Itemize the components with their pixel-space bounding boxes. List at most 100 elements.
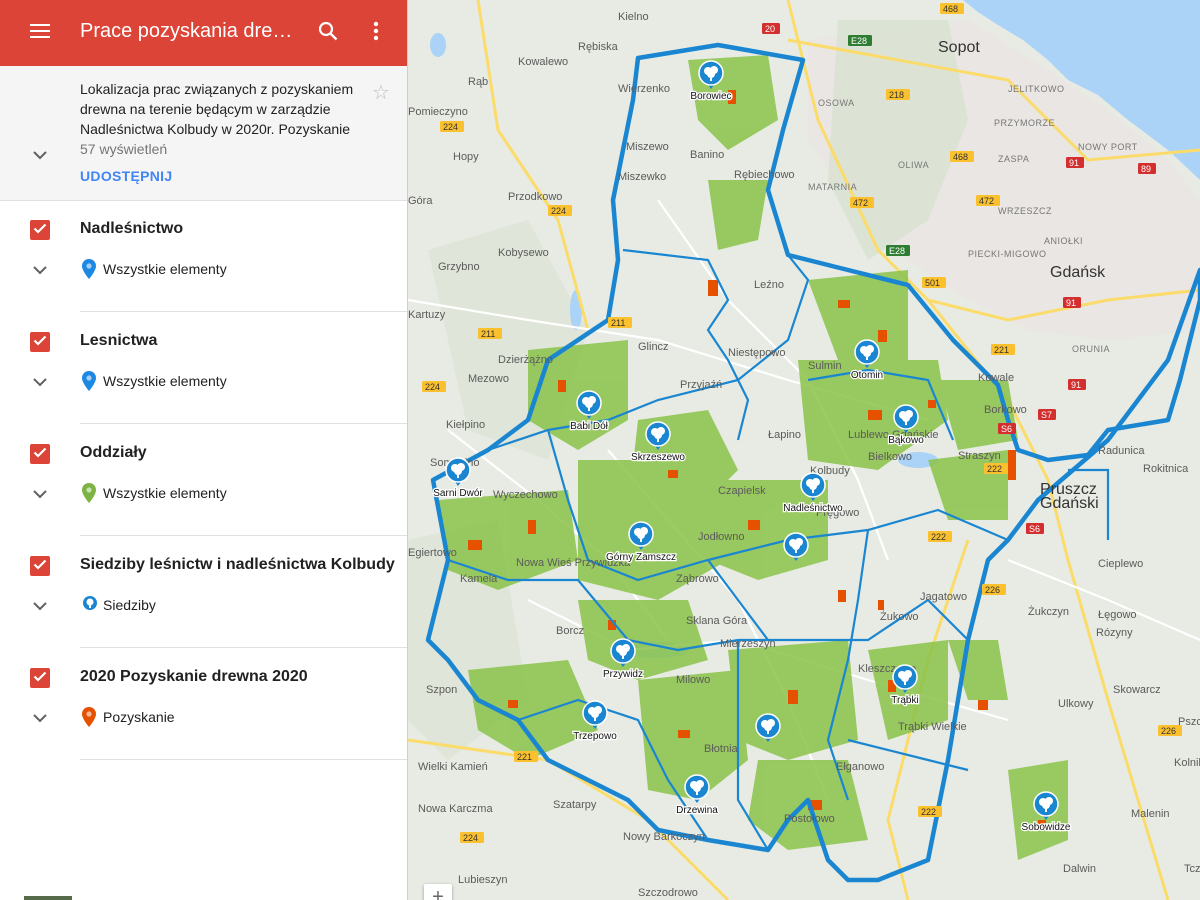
layer-name: Nadleśnictwo bbox=[80, 220, 184, 237]
svg-text:224: 224 bbox=[463, 833, 478, 843]
place-label: Grzybno bbox=[438, 261, 480, 273]
layer-item-label[interactable]: Wszystkie elementy bbox=[103, 261, 227, 277]
place-label: Cieplewo bbox=[1098, 558, 1143, 570]
checkmark-icon bbox=[33, 333, 47, 351]
place-label: Mierzeszyn bbox=[720, 638, 776, 650]
checkmark-icon bbox=[33, 221, 47, 239]
svg-text:218: 218 bbox=[889, 90, 904, 100]
svg-text:221: 221 bbox=[517, 752, 532, 762]
place-label: Milowo bbox=[676, 674, 710, 686]
map-canvas[interactable]: Kielno Rębiska Kowalewo Rąb Pomieczyno Hopy Pr… bbox=[408, 0, 1200, 900]
place-label: Jagatowo bbox=[920, 591, 967, 603]
district-label: WRZESZCZ bbox=[998, 206, 1052, 216]
place-label: Banino bbox=[690, 149, 724, 161]
district-label: PRZYMORZE bbox=[994, 118, 1055, 128]
road-shield: 222 bbox=[918, 806, 942, 817]
road-shield: S6 bbox=[998, 423, 1016, 434]
share-button[interactable]: UDOSTĘPNIJ bbox=[80, 168, 172, 184]
layer-group: Oddziały Wszystkie elementy bbox=[0, 424, 407, 536]
more-options-button[interactable] bbox=[354, 11, 398, 55]
svg-text:211: 211 bbox=[481, 329, 495, 339]
marker-label: Trąbki bbox=[891, 695, 918, 706]
svg-text:221: 221 bbox=[994, 345, 1009, 355]
chevron-down-icon bbox=[33, 374, 47, 392]
search-icon bbox=[318, 21, 338, 46]
district-label: OLIWA bbox=[898, 160, 929, 170]
layer-name: Oddziały bbox=[80, 444, 147, 461]
city-label: Sopot bbox=[938, 39, 980, 56]
svg-text:468: 468 bbox=[943, 4, 958, 14]
road-shield: 221 bbox=[991, 344, 1015, 355]
chevron-down-icon bbox=[33, 262, 47, 280]
district-label: ZASPA bbox=[998, 154, 1029, 164]
place-label: Rębiska bbox=[578, 41, 619, 53]
layer-item-label[interactable]: Wszystkie elementy bbox=[103, 485, 227, 501]
place-label: Kobysewo bbox=[498, 247, 549, 259]
place-label: Przyjaźń bbox=[680, 379, 722, 391]
marker-label: Skrzeszewo bbox=[631, 452, 685, 463]
svg-text:468: 468 bbox=[953, 152, 968, 162]
layer-checkbox[interactable] bbox=[30, 556, 50, 576]
map-pin-icon bbox=[82, 707, 96, 732]
district-label: JELITKOWO bbox=[1008, 84, 1065, 94]
checkmark-icon bbox=[33, 557, 47, 575]
description-panel: Lokalizacja prac związanych z pozyskanie… bbox=[0, 66, 407, 201]
marker-label: Bąkowo bbox=[888, 435, 924, 446]
app-bar: Prace pozyskania drew… bbox=[0, 0, 407, 66]
layer-item-label[interactable]: Siedziby bbox=[103, 597, 156, 613]
zoom-in-button[interactable]: + bbox=[424, 884, 452, 900]
svg-text:S7: S7 bbox=[1041, 410, 1052, 420]
place-label: Bielkowo bbox=[868, 451, 912, 463]
layer-checkbox[interactable] bbox=[30, 220, 50, 240]
description-collapse-button[interactable] bbox=[28, 144, 52, 168]
road-shield: 91 bbox=[1063, 297, 1081, 308]
road-shield: 226 bbox=[1158, 725, 1182, 736]
marker-label: Sobowidze bbox=[1022, 822, 1071, 833]
basemap-thumbnail[interactable] bbox=[24, 896, 72, 900]
layer-item-label[interactable]: Pozyskanie bbox=[103, 709, 175, 725]
marker-label: Borowiec bbox=[690, 91, 731, 102]
svg-text:S6: S6 bbox=[1001, 424, 1012, 434]
svg-text:91: 91 bbox=[1069, 158, 1079, 168]
place-label: Ząbrowo bbox=[676, 573, 719, 585]
road-shield: 224 bbox=[548, 205, 572, 216]
marker-label: Otomin bbox=[851, 370, 883, 381]
layer-expand-button[interactable] bbox=[28, 483, 52, 507]
svg-text:222: 222 bbox=[921, 807, 936, 817]
place-label: Góra bbox=[408, 195, 433, 207]
search-button[interactable] bbox=[306, 11, 350, 55]
layer-name: Lesnictwa bbox=[80, 332, 158, 349]
road-shield: 91 bbox=[1068, 379, 1086, 390]
layer-expand-button[interactable] bbox=[28, 595, 52, 619]
layer-expand-button[interactable] bbox=[28, 371, 52, 395]
place-label: Skowarcz bbox=[1113, 684, 1161, 696]
layer-checkbox[interactable] bbox=[30, 668, 50, 688]
star-icon[interactable]: ☆ bbox=[372, 80, 390, 105]
svg-text:91: 91 bbox=[1066, 298, 1076, 308]
menu-button[interactable] bbox=[18, 11, 62, 55]
place-label: Glincz bbox=[638, 341, 669, 353]
checkmark-icon bbox=[33, 669, 47, 687]
layer-checkbox[interactable] bbox=[30, 444, 50, 464]
layer-group: Nadleśnictwo Wszystkie elementy bbox=[0, 200, 407, 312]
tree-marker-icon bbox=[82, 595, 98, 618]
road-shield: 226 bbox=[982, 584, 1006, 595]
road-shield: 218 bbox=[886, 89, 910, 100]
place-label: Dalwin bbox=[1063, 863, 1096, 875]
map-pin-icon bbox=[82, 483, 96, 508]
svg-text:E28: E28 bbox=[889, 246, 905, 256]
layer-expand-button[interactable] bbox=[28, 259, 52, 283]
place-label: Miszewo bbox=[626, 141, 669, 153]
layer-checkbox[interactable] bbox=[30, 332, 50, 352]
map-render[interactable]: Kielno Rębiska Kowalewo Rąb Pomieczyno Hopy Pr… bbox=[408, 0, 1200, 900]
district-label: PIECKI-MIGOWO bbox=[968, 249, 1047, 259]
layer-expand-button[interactable] bbox=[28, 707, 52, 731]
place-label: Miszewko bbox=[618, 171, 666, 183]
layer-group: Siedziby leśnictw i nadleśnictwa Kolbudy… bbox=[0, 536, 407, 648]
svg-text:20: 20 bbox=[765, 24, 775, 34]
road-shield: 222 bbox=[984, 463, 1008, 474]
district-label: ANIOŁKI bbox=[1044, 236, 1083, 246]
place-label: Sklana Góra bbox=[686, 615, 748, 627]
layer-name: Siedziby leśnictw i nadleśnictwa Kolbudy bbox=[80, 556, 395, 573]
layer-item-label[interactable]: Wszystkie elementy bbox=[103, 373, 227, 389]
